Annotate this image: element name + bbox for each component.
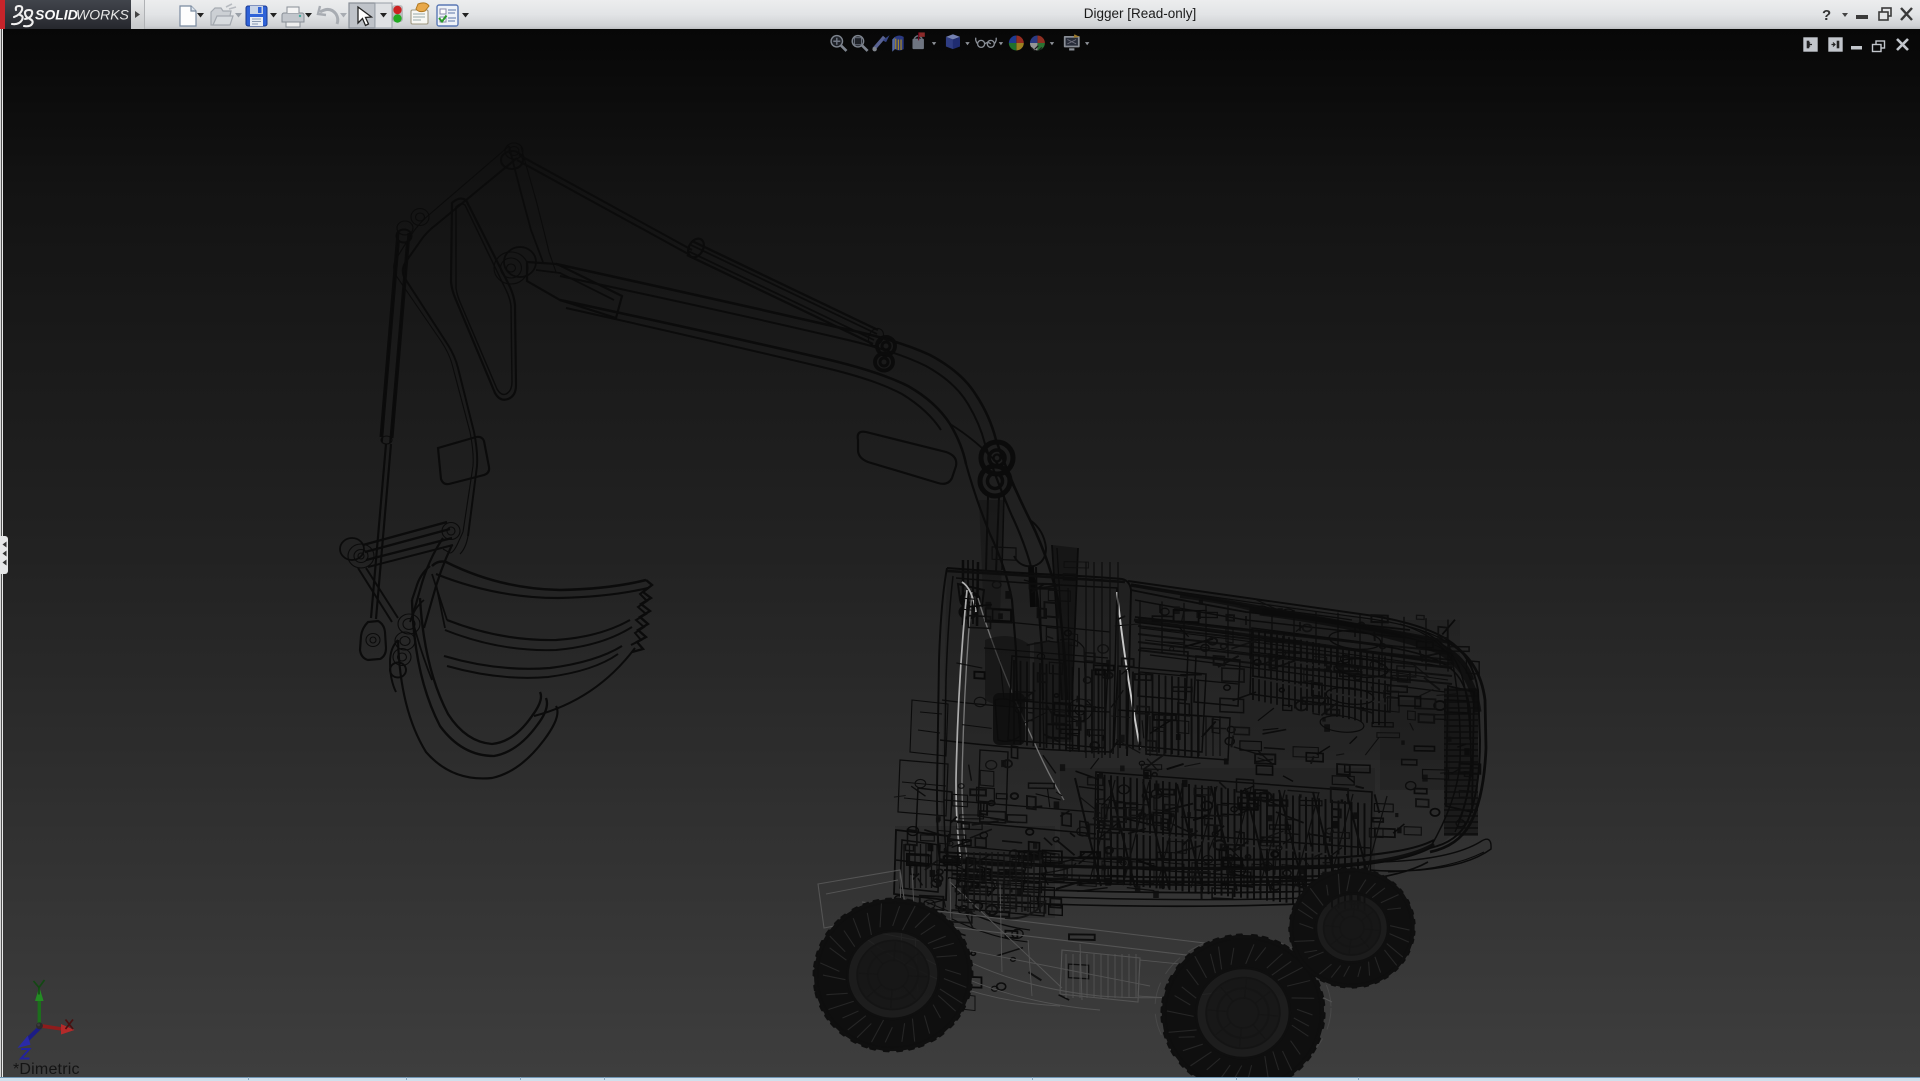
- svg-text:WORKS: WORKS: [76, 7, 130, 23]
- svg-text:SOLID: SOLID: [35, 7, 78, 23]
- svg-text:?: ?: [1822, 7, 1831, 24]
